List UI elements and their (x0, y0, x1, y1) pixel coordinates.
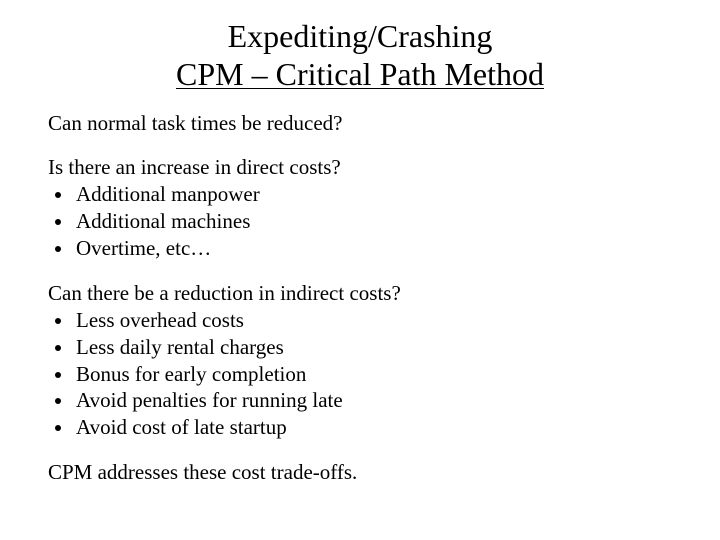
slide-body: Can normal task times be reduced? Is the… (48, 110, 672, 487)
intro-question: Can normal task times be reduced? (48, 110, 672, 137)
closing-statement: CPM addresses these cost trade-offs. (48, 459, 672, 486)
title-line-2: CPM – Critical Path Method (48, 56, 672, 94)
list-item: Bonus for early completion (74, 361, 672, 388)
list-item: Avoid cost of late startup (74, 414, 672, 441)
list-item: Overtime, etc… (74, 235, 672, 262)
list-item: Avoid penalties for running late (74, 387, 672, 414)
indirect-costs-list: Less overhead costs Less daily rental ch… (48, 307, 672, 441)
title-line-1: Expediting/Crashing (48, 18, 672, 56)
direct-costs-question: Is there an increase in direct costs? (48, 154, 672, 181)
list-item: Less overhead costs (74, 307, 672, 334)
indirect-costs-question: Can there be a reduction in indirect cos… (48, 280, 672, 307)
slide: Expediting/Crashing CPM – Critical Path … (0, 0, 720, 540)
list-item: Less daily rental charges (74, 334, 672, 361)
direct-costs-list: Additional manpower Additional machines … (48, 181, 672, 262)
slide-title: Expediting/Crashing CPM – Critical Path … (48, 18, 672, 94)
list-item: Additional machines (74, 208, 672, 235)
list-item: Additional manpower (74, 181, 672, 208)
